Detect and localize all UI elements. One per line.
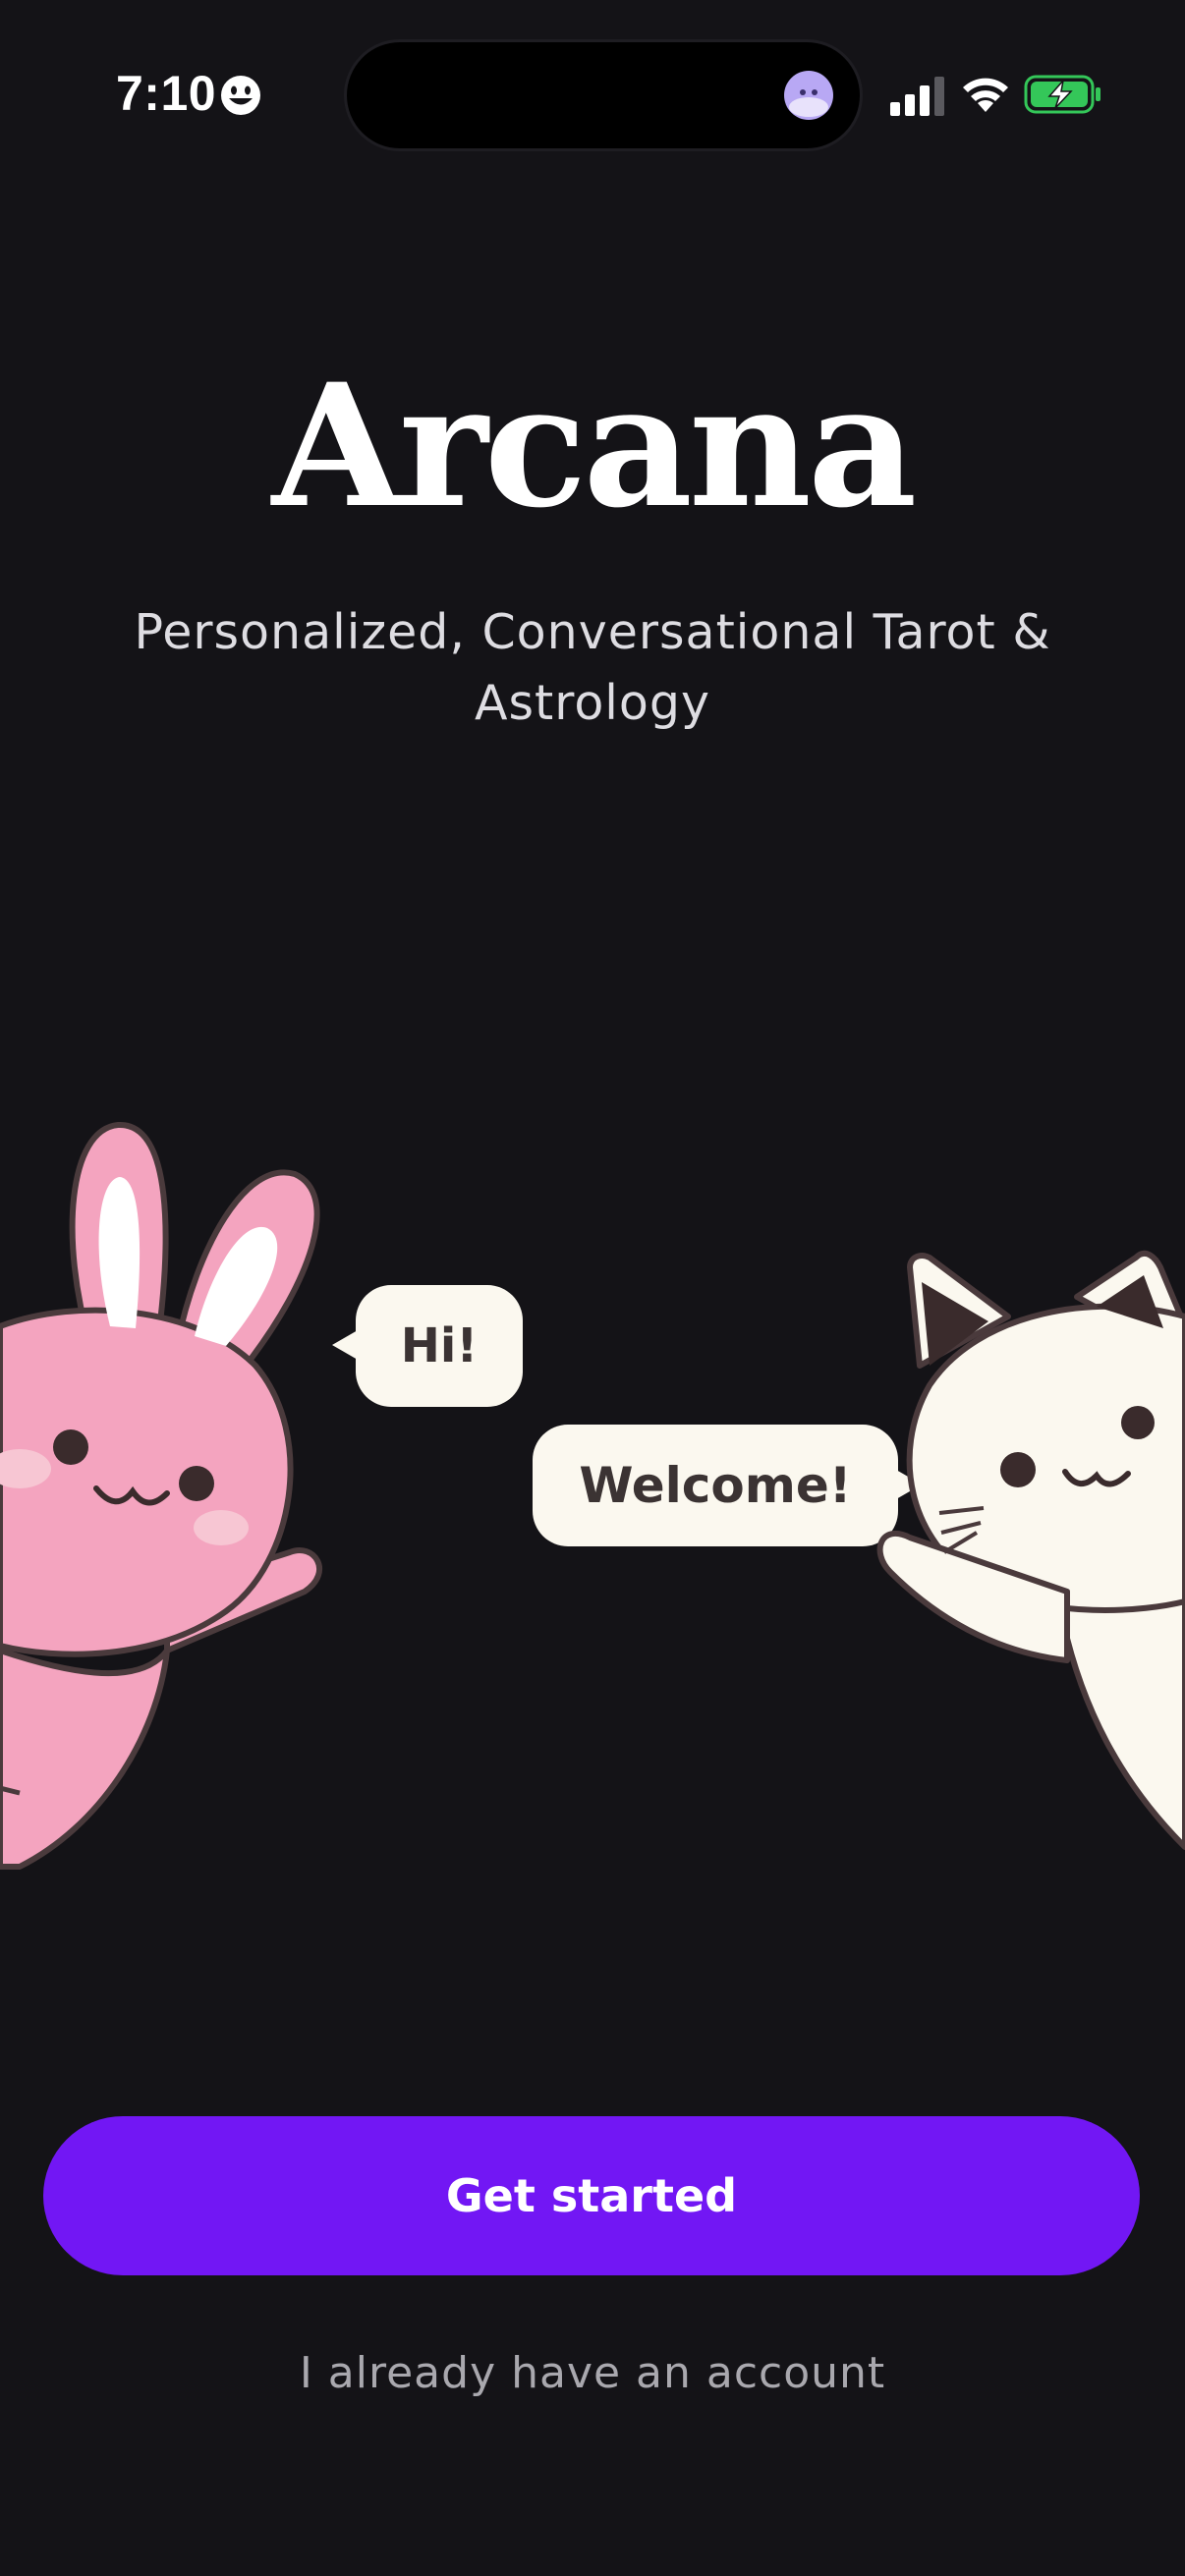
wifi-icon: [963, 78, 1008, 112]
cat-speech-bubble: Welcome!: [533, 1425, 922, 1546]
get-started-button[interactable]: Get started: [43, 2116, 1140, 2275]
bunny-mascot: [0, 1121, 322, 1870]
existing-account-link[interactable]: I already have an account: [0, 2348, 1185, 2398]
app-subtitle: Personalized, Conversational Tarot & Ast…: [134, 604, 1051, 731]
cat-speech-text: Welcome!: [579, 1457, 852, 1514]
smiley-icon: [221, 76, 260, 115]
cat-mascot: [876, 1250, 1185, 1850]
bunny-speech-text: Hi!: [400, 1318, 479, 1373]
assistant-avatar-icon: [784, 71, 833, 120]
mascot-illustration: Hi! Welcome!: [0, 1100, 1185, 1886]
dynamic-island: [344, 39, 863, 151]
status-time: 7:10: [116, 66, 217, 121]
bunny-speech-bubble: Hi!: [332, 1285, 523, 1407]
bubble-tail: [332, 1330, 358, 1360]
cellular-signal-icon: [890, 77, 944, 116]
app-title: Arcana: [271, 346, 918, 545]
battery-charging-icon: [1024, 75, 1100, 114]
